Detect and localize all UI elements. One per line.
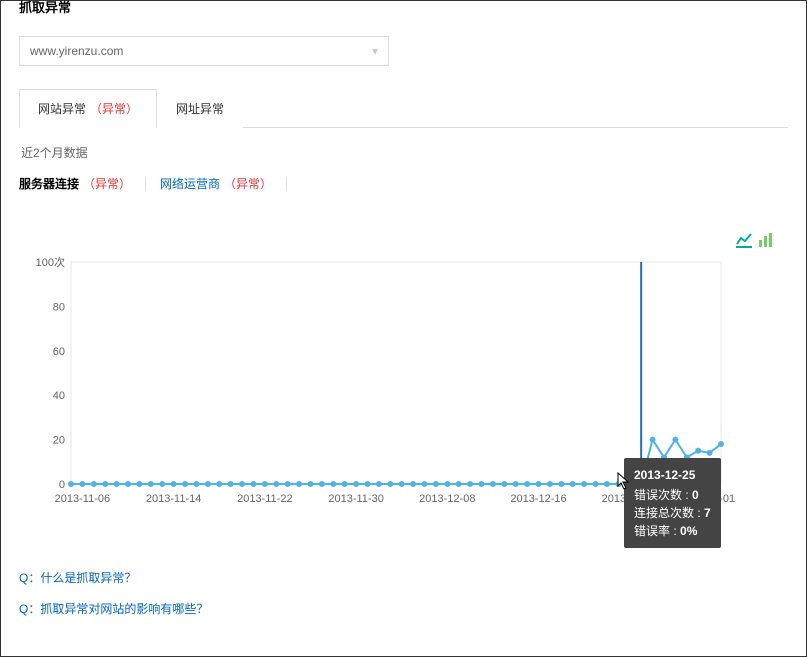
filter-network-isp[interactable]: 网络运营商 （异常）	[160, 175, 272, 192]
status-badge: （异常）	[224, 175, 272, 192]
tooltip-row: 连接总次数 : 7	[634, 504, 711, 522]
tab-label: 网站异常	[38, 100, 86, 117]
filter-row: 服务器连接 （异常） 网络运营商 （异常）	[19, 175, 788, 192]
line-chart-icon[interactable]	[736, 232, 752, 248]
tab-site-error[interactable]: 网站异常 （异常）	[19, 89, 157, 128]
svg-text:2013-11-06: 2013-11-06	[55, 493, 110, 505]
svg-text:0: 0	[59, 479, 65, 491]
svg-text:2013-11-14: 2013-11-14	[146, 493, 201, 505]
date-range-note: 近2个月数据	[21, 144, 788, 161]
status-badge: （异常）	[90, 100, 138, 117]
status-badge: （异常）	[83, 175, 131, 192]
svg-text:2013-12-16: 2013-12-16	[510, 493, 566, 505]
svg-text:80: 80	[53, 301, 65, 313]
tabs: 网站异常 （异常） 网址异常	[19, 88, 788, 128]
faq-link-impact[interactable]: Q：抓取异常对网站的影响有哪些？	[19, 600, 788, 617]
svg-text:2013-12-08: 2013-12-08	[419, 493, 475, 505]
svg-text:60: 60	[53, 346, 65, 358]
filter-server-connection[interactable]: 服务器连接 （异常）	[19, 175, 131, 192]
site-select[interactable]: www.yirenzu.com ▾	[19, 36, 389, 66]
svg-text:2013-11-30: 2013-11-30	[328, 493, 383, 505]
svg-text:2013-11-22: 2013-11-22	[237, 493, 292, 505]
faq-link-what-is[interactable]: Q：什么是抓取异常？	[19, 569, 788, 586]
site-select-value: www.yirenzu.com	[30, 44, 123, 58]
faq-links: Q：什么是抓取异常？ Q：抓取异常对网站的影响有哪些？	[19, 569, 788, 617]
svg-text:20: 20	[53, 435, 65, 447]
filter-label: 网络运营商	[160, 175, 220, 192]
page-title: 抓取异常	[19, 0, 788, 16]
separator	[145, 177, 146, 191]
filter-label: 服务器连接	[19, 175, 79, 192]
cursor-icon	[617, 472, 633, 492]
tooltip-row: 错误次数 : 0	[634, 486, 711, 504]
svg-text:100次: 100次	[36, 255, 65, 269]
chart-tooltip: 2013-12-25 错误次数 : 0 连接总次数 : 7 错误率 : 0%	[624, 458, 721, 548]
bar-chart-icon[interactable]	[758, 232, 774, 248]
svg-text:40: 40	[53, 390, 65, 402]
tooltip-row: 错误率 : 0%	[634, 522, 711, 540]
line-chart[interactable]: 0 20 40 60 80 100次 2013-11-06 2013-11-14 2013-11…	[21, 254, 741, 517]
tab-url-error[interactable]: 网址异常	[157, 89, 243, 128]
separator	[286, 177, 287, 191]
tab-label: 网址异常	[176, 100, 224, 118]
chevron-down-icon: ▾	[372, 44, 378, 58]
tooltip-date: 2013-12-25	[634, 466, 711, 484]
